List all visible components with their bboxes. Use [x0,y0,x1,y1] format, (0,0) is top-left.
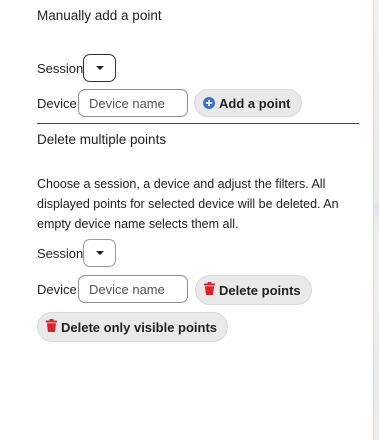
add-point-button[interactable]: Add a point [194,89,302,117]
delete-visible-points-button-label: Delete only visible points [61,319,218,335]
add-session-label: Session [37,61,84,76]
delete-session-select[interactable] [83,239,116,267]
delete-points-button-label: Delete points [219,282,301,298]
side-panel: Manually add a point Session Device Add … [0,0,373,440]
delete-device-name-input[interactable] [78,275,188,303]
add-device-name-input[interactable] [78,89,188,117]
delete-device-label: Device [37,282,77,297]
plus-circle-icon [203,97,215,109]
delete-points-button[interactable]: Delete points [195,275,312,305]
delete-session-label: Session [37,246,84,261]
add-point-button-label: Add a point [219,95,291,111]
add-device-label: Device [37,96,77,111]
chevron-down-icon [95,251,104,255]
map-edge [373,0,379,440]
trash-icon [204,282,215,298]
section-divider [37,123,359,124]
chevron-down-icon [95,66,104,70]
add-session-select[interactable] [83,54,116,82]
add-point-section-title: Manually add a point [37,8,162,23]
delete-points-section-title: Delete multiple points [37,132,167,147]
delete-visible-points-button[interactable]: Delete only visible points [37,312,229,342]
page: Manually add a point Session Device Add … [0,0,379,440]
delete-points-description: Choose a session, a device and adjust th… [37,177,339,231]
trash-icon [46,319,57,335]
